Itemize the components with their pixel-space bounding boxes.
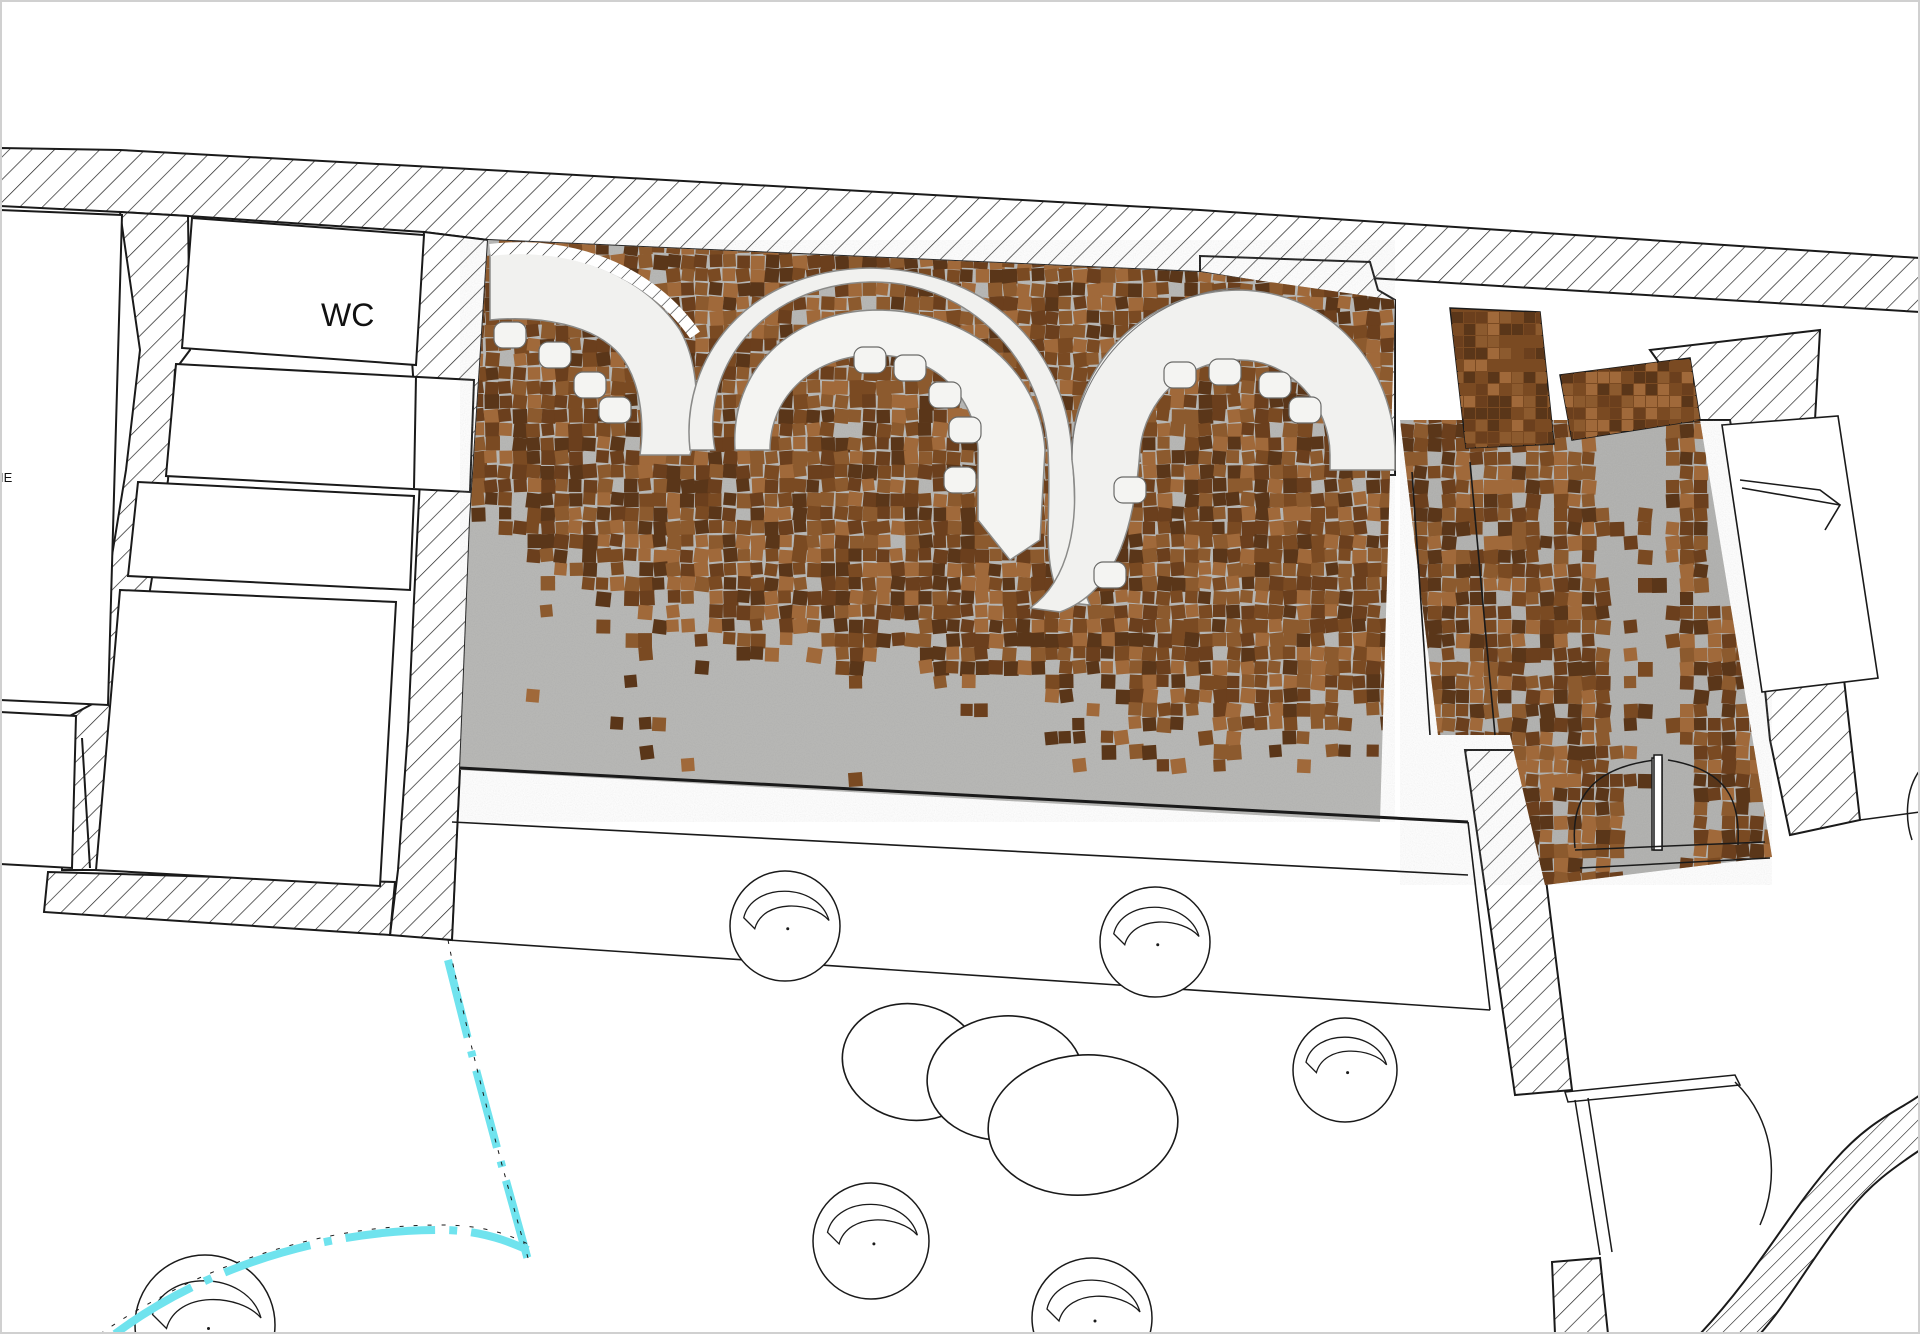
room-4[interactable]	[94, 588, 398, 888]
stool-1	[493, 321, 527, 349]
stool-4	[598, 396, 632, 424]
bottom-right-stub	[1550, 1256, 1610, 1334]
curved-wall	[1698, 1093, 1920, 1334]
room-2[interactable]	[164, 362, 476, 494]
wc-room[interactable]	[180, 216, 426, 367]
stool-7	[928, 381, 962, 409]
glass-arc-vertical	[444, 959, 532, 1262]
stool-14	[1113, 476, 1147, 504]
egg-chair-4	[812, 1182, 930, 1300]
stool-3	[573, 371, 607, 399]
egg-chair-2	[1099, 886, 1211, 998]
stool-12	[1258, 371, 1292, 399]
room-far-left	[0, 208, 124, 707]
stool-15	[1093, 561, 1127, 589]
stool-8	[948, 416, 982, 444]
egg-chairs	[134, 870, 1398, 1334]
egg-chair-3	[1292, 1017, 1398, 1123]
floor-plan-drawing: WC IE	[0, 0, 1920, 1334]
stool-2	[538, 341, 572, 369]
egg-chair-5	[1031, 1257, 1153, 1334]
side-rooms	[0, 208, 476, 888]
stool-10	[1163, 361, 1197, 389]
room-3[interactable]	[126, 480, 416, 592]
egg-chair-6	[134, 1254, 276, 1334]
oval-tables	[841, 1002, 1179, 1197]
egg-chair-1	[729, 870, 841, 982]
stool-11	[1208, 358, 1242, 386]
stool-13	[1288, 396, 1322, 424]
wc-label: WC	[321, 297, 374, 333]
stool-5	[853, 346, 887, 374]
stool-9	[943, 466, 977, 494]
stool-6	[893, 354, 927, 382]
room-far-left-lower	[0, 710, 78, 870]
